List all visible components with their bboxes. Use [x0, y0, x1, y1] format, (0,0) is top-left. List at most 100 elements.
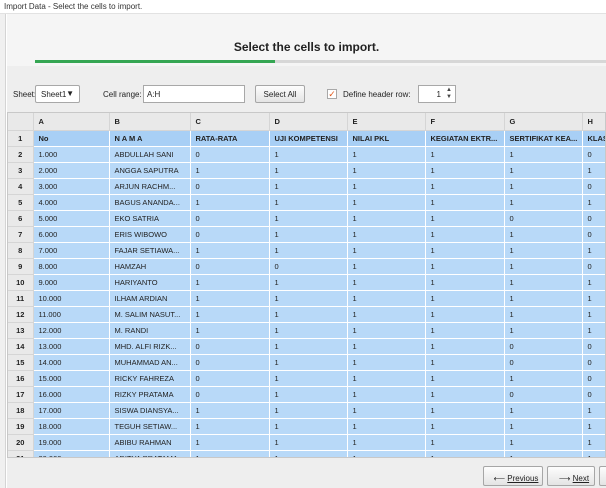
table-cell[interactable]: 1 [504, 418, 583, 435]
table-row[interactable]: 17 16.000 RIZKY PRATAMA 0 1 1 1 0 0 [8, 386, 605, 403]
table-cell[interactable]: 1 [582, 242, 605, 259]
table-cell[interactable]: 6.000 [33, 226, 110, 243]
table-cell[interactable]: 1 [190, 402, 270, 419]
table-row[interactable]: 3 2.000 ANGGA SAPUTRA 1 1 1 1 1 1 [8, 162, 605, 179]
table-cell[interactable]: 1 [582, 418, 605, 435]
table-cell[interactable]: 1 [269, 178, 348, 195]
table-cell[interactable]: 0 [504, 210, 583, 227]
table-cell[interactable]: 1 [582, 450, 605, 457]
table-cell[interactable]: 1 [269, 146, 348, 163]
table-cell[interactable]: 0 [582, 210, 605, 227]
table-cell[interactable]: 1 [347, 258, 426, 275]
table-row[interactable]: 11 10.000 ILHAM ARDIAN 1 1 1 1 1 1 [8, 290, 605, 307]
table-cell[interactable]: 1 [425, 242, 505, 259]
table-cell[interactable]: 9.000 [33, 274, 110, 291]
table-cell[interactable]: 1 [347, 306, 426, 323]
table-cell[interactable]: 1 [269, 338, 348, 355]
table-cell[interactable]: 1 [347, 338, 426, 355]
row-number[interactable]: 17 [8, 386, 34, 403]
table-cell[interactable]: 1 [347, 178, 426, 195]
table-cell[interactable]: 1 [190, 162, 270, 179]
table-cell[interactable]: 1 [425, 434, 505, 451]
table-cell[interactable]: 0 [504, 386, 583, 403]
column-header[interactable]: E [347, 113, 426, 131]
table-row[interactable]: 15 14.000 MUHAMMAD AN... 0 1 1 1 0 0 [8, 354, 605, 371]
column-header[interactable]: C [190, 113, 270, 131]
table-cell[interactable]: 1 [269, 370, 348, 387]
table-cell[interactable]: 1 [425, 386, 505, 403]
table-cell[interactable]: 1 [190, 450, 270, 457]
table-cell[interactable]: 0 [190, 338, 270, 355]
table-cell[interactable]: 11.000 [33, 306, 110, 323]
row-number[interactable]: 4 [8, 178, 34, 195]
table-cell[interactable]: 1 [347, 226, 426, 243]
spreadsheet-preview[interactable]: A B C D E F G H 1 No N A M A RATA-RATA UJI K… [7, 112, 606, 458]
column-header[interactable]: G [504, 113, 583, 131]
table-cell[interactable]: FAJAR SETIAWA... [109, 242, 191, 259]
table-cell[interactable]: 2.000 [33, 162, 110, 179]
row-number[interactable]: 14 [8, 338, 34, 355]
table-cell[interactable]: 1 [425, 194, 505, 211]
table-cell[interactable]: ILHAM ARDIAN [109, 290, 191, 307]
table-row[interactable]: 2 1.000 ABDULLAH SANI 0 1 1 1 1 0 [8, 146, 605, 163]
table-cell[interactable]: 1 [347, 274, 426, 291]
column-header[interactable]: A [33, 113, 110, 131]
table-cell[interactable]: 1 [269, 322, 348, 339]
table-cell[interactable]: 1 [504, 162, 583, 179]
table-cell[interactable]: SISWA DIANSYA... [109, 402, 191, 419]
table-cell[interactable]: 0 [504, 338, 583, 355]
table-cell[interactable]: 1 [425, 258, 505, 275]
table-cell[interactable]: 13.000 [33, 338, 110, 355]
table-cell[interactable]: M. RANDI [109, 322, 191, 339]
table-cell[interactable]: 1 [269, 418, 348, 435]
define-header-checkbox[interactable]: ✓ [327, 89, 337, 99]
table-cell[interactable]: 1 [425, 290, 505, 307]
select-all-button[interactable]: Select All [255, 85, 305, 103]
table-cell[interactable]: 1 [269, 386, 348, 403]
column-header[interactable]: H [582, 113, 605, 131]
next-button[interactable]: ⟶ Next [547, 466, 595, 486]
row-number[interactable]: 16 [8, 370, 34, 387]
row-number[interactable]: 1 [8, 130, 34, 147]
table-row[interactable]: 4 3.000 ARJUN RACHM... 0 1 1 1 1 0 [8, 178, 605, 195]
table-cell[interactable]: 0 [582, 386, 605, 403]
table-cell[interactable]: 1 [269, 194, 348, 211]
table-cell[interactable]: 1.000 [33, 146, 110, 163]
table-cell[interactable]: RATA-RATA [190, 130, 270, 147]
table-cell[interactable]: 5.000 [33, 210, 110, 227]
table-cell[interactable]: BAGUS ANANDA... [109, 194, 191, 211]
table-cell[interactable]: 1 [347, 242, 426, 259]
row-number[interactable]: 10 [8, 274, 34, 291]
table-cell[interactable]: 17.000 [33, 402, 110, 419]
row-number[interactable]: 19 [8, 418, 34, 435]
table-cell[interactable]: N A M A [109, 130, 191, 147]
table-cell[interactable]: 1 [504, 242, 583, 259]
table-cell[interactable]: 1 [347, 146, 426, 163]
row-number[interactable]: 6 [8, 210, 34, 227]
row-number[interactable]: 8 [8, 242, 34, 259]
row-number[interactable]: 5 [8, 194, 34, 211]
table-cell[interactable]: 0 [582, 370, 605, 387]
table-cell[interactable]: 1 [190, 306, 270, 323]
table-cell[interactable]: 1 [504, 306, 583, 323]
table-cell[interactable]: NILAI PKL [347, 130, 426, 147]
cell-range-input[interactable] [143, 85, 245, 103]
table-cell[interactable]: 1 [504, 194, 583, 211]
finish-button-partial[interactable] [599, 466, 606, 486]
table-cell[interactable]: 1 [269, 226, 348, 243]
row-number[interactable]: 7 [8, 226, 34, 243]
table-cell[interactable]: 1 [425, 210, 505, 227]
table-cell[interactable]: 1 [504, 178, 583, 195]
table-cell[interactable]: 1 [425, 178, 505, 195]
table-cell[interactable]: 1 [190, 418, 270, 435]
row-number[interactable]: 15 [8, 354, 34, 371]
table-cell[interactable]: 0 [190, 210, 270, 227]
table-cell[interactable]: 1 [504, 274, 583, 291]
table-cell[interactable]: ABIBU RAHMAN [109, 434, 191, 451]
table-cell[interactable]: 1 [269, 290, 348, 307]
table-cell[interactable]: RIZKY PRATAMA [109, 386, 191, 403]
sheet-select[interactable]: Sheet1 ▼ [35, 85, 80, 103]
table-cell[interactable]: 1 [504, 146, 583, 163]
column-header[interactable]: D [269, 113, 348, 131]
row-number[interactable]: 11 [8, 290, 34, 307]
